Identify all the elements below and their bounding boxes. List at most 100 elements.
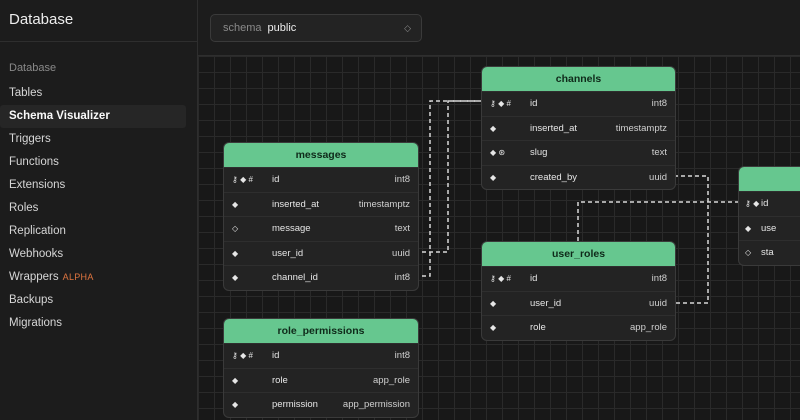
table-row[interactable]: ⚷ ◆ # id int8 [482,266,675,291]
column-type: app_permission [342,399,410,410]
toolbar: schema public ◇ [198,0,800,56]
column-type: uuid [392,247,410,259]
primary-key-icon: ⚷ ◆ # [232,351,253,360]
table-row[interactable]: ◆ created_by uuid [482,164,675,190]
column-name: sta [761,247,774,258]
relation-user_roles-right [676,175,709,304]
relation-user_roles-partial [577,201,738,241]
table-row[interactable]: ◆ ⊛ slug text [482,140,675,165]
column-name: id [530,273,538,284]
table-row[interactable]: ⚷ ◆ # id int8 [224,167,418,192]
column-name: message [272,223,311,234]
sidebar-item-triggers[interactable]: Triggers [0,128,186,151]
table-channels[interactable]: channels ⚷ ◆ # id int8 ◆ inserted_at tim… [481,66,676,190]
table-title: role_permissions [224,319,418,343]
table-user_roles[interactable]: user_roles ⚷ ◆ # id int8 ◆ user_id uuid … [481,241,676,341]
column-name: channel_id [272,272,318,283]
column-type: text [651,147,667,158]
column-name: inserted_at [530,122,578,134]
column-type: app_role [373,374,410,386]
column-name: role [272,374,288,386]
column-name: created_by [530,171,578,183]
diamond-icon: ◆ [490,323,497,332]
column-name: permission [272,399,318,410]
diamond-icon: ◆ [232,375,239,385]
schema-select[interactable]: schema public ◇ [210,14,422,42]
column-type: int8 [394,272,410,283]
table-row[interactable]: ◆ use [739,215,800,241]
table-title [739,167,800,191]
sidebar-item-wrappers[interactable]: Wrappers ALPHA [0,266,186,289]
alpha-badge: ALPHA [62,272,94,282]
table-row[interactable]: ◆ inserted_at timestamptz [482,115,675,141]
sidebar-item-backups[interactable]: Backups [0,289,186,312]
table-partial[interactable]: ⚷ ◆ id ◆ use ◇ sta [738,166,800,266]
primary-key-icon: ⚷ ◆ # [232,175,253,184]
schema-select-label: schema [223,22,262,34]
table-row[interactable]: ◆ user_id uuid [224,240,418,266]
schema-canvas[interactable]: channels ⚷ ◆ # id int8 ◆ inserted_at tim… [198,56,800,420]
table-row[interactable]: ◆ channel_id int8 [224,265,418,290]
column-name: id [272,350,280,361]
column-type: int8 [394,350,410,361]
relation-messages-channels [408,100,483,277]
column-name: id [530,98,538,109]
sidebar-item-label: Wrappers [9,271,59,283]
diamond-icon: ◆ [490,298,497,308]
table-row[interactable]: ◆ user_id uuid [482,290,675,316]
nullable-icon: ◇ [232,224,239,233]
diamond-icon: ◆ [490,123,497,133]
column-type: int8 [651,273,667,284]
primary-key-icon: ⚷ ◆ # [490,274,511,283]
table-title: channels [482,67,675,91]
diamond-icon: ◆ [490,172,497,182]
table-row[interactable]: ◇ sta [739,240,800,265]
table-row[interactable]: ◆ permission app_permission [224,392,418,417]
column-type: timestamptz [615,122,667,134]
column-type: uuid [649,171,667,183]
column-name: id [761,198,769,209]
table-row[interactable]: ⚷ ◆ # id int8 [224,343,418,368]
column-type: int8 [394,174,410,185]
column-name: use [761,222,777,234]
column-type: uuid [649,297,667,309]
sidebar-item-tables[interactable]: Tables [0,82,186,105]
column-name: inserted_at [272,198,320,210]
sidebar: Database Database Tables Schema Visualiz… [0,0,198,420]
sidebar-item-schema-visualizer[interactable]: Schema Visualizer [0,105,186,128]
table-title: messages [224,143,418,167]
primary-key-icon: ⚷ ◆ # [490,99,511,108]
column-type: text [394,223,410,234]
sidebar-item-functions[interactable]: Functions [0,151,186,174]
table-row[interactable]: ◇ message text [224,216,418,241]
diamond-icon: ◆ [232,199,239,209]
sidebar-nav: Tables Schema Visualizer Triggers Functi… [0,82,197,335]
table-row[interactable]: ◆ role app_role [482,315,675,340]
sidebar-item-extensions[interactable]: Extensions [0,174,186,197]
diamond-icon: ◆ [232,400,239,409]
table-row[interactable]: ◆ inserted_at timestamptz [224,191,418,217]
column-type: int8 [651,98,667,109]
column-name: user_id [530,297,562,309]
sidebar-item-webhooks[interactable]: Webhooks [0,243,186,266]
sidebar-title: Database [0,0,197,42]
diamond-icon: ◆ [232,273,239,282]
table-row[interactable]: ◆ role app_role [224,367,418,393]
column-name: user_id [272,247,304,259]
column-name: slug [530,147,548,158]
column-name: role [530,322,546,333]
sidebar-section-label: Database [9,62,57,74]
column-type: app_role [630,322,667,333]
column-name: id [272,174,280,185]
table-role_permissions[interactable]: role_permissions ⚷ ◆ # id int8 ◆ role ap… [223,318,419,418]
table-messages[interactable]: messages ⚷ ◆ # id int8 ◆ inserted_at tim… [223,142,419,291]
table-row[interactable]: ⚷ ◆ # id int8 [482,91,675,116]
chevron-up-down-icon: ◇ [404,23,411,33]
schema-select-value: public [267,22,297,34]
sidebar-item-roles[interactable]: Roles [0,197,186,220]
sidebar-item-replication[interactable]: Replication [0,220,186,243]
table-row[interactable]: ⚷ ◆ id [739,191,800,216]
unique-icon: ◆ ⊛ [490,148,506,157]
sidebar-item-migrations[interactable]: Migrations [0,312,186,335]
table-title: user_roles [482,242,675,266]
